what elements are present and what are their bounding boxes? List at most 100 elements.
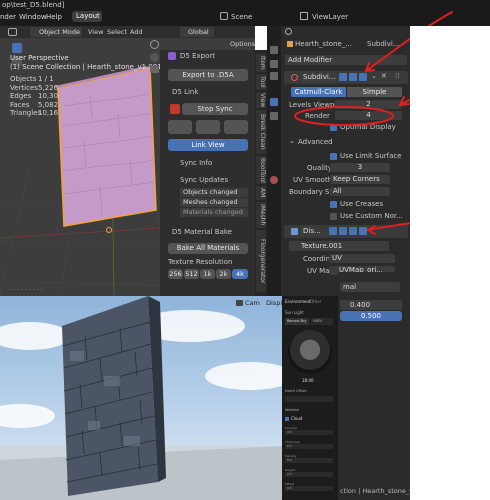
cloud-checkbox[interactable] [285, 417, 289, 421]
quality-field[interactable]: 3 [330, 163, 390, 172]
camera-sync-button[interactable] [196, 120, 220, 134]
param-field[interactable]: 0.5 [285, 444, 333, 449]
cam-icon[interactable] [236, 300, 243, 306]
menu-help[interactable]: Help [46, 13, 62, 21]
props-physics-icon[interactable] [270, 112, 278, 120]
optimal-display-checkbox[interactable] [330, 123, 337, 131]
tex-res-512[interactable]: 512 [184, 269, 199, 279]
subsurf-drag-icon[interactable]: ⁞⁞ [395, 72, 399, 80]
orientation-select[interactable]: Global [180, 27, 214, 37]
tab-simple[interactable]: Simple [347, 87, 402, 97]
view-perspective: User Perspective [10, 54, 69, 62]
param-field[interactable]: 0.5 [285, 458, 333, 463]
editmode-toggle-icon[interactable] [339, 73, 347, 81]
subsurf-close-icon[interactable]: ✕ [381, 72, 387, 80]
toolbar-select-icon[interactable] [12, 43, 22, 53]
menu-select[interactable]: Select [107, 28, 127, 36]
coordinates-select[interactable]: UV [329, 254, 395, 263]
render-toggle-icon[interactable] [359, 73, 367, 81]
levels-viewport-field[interactable]: 2 [335, 100, 402, 109]
material-sync-button[interactable] [224, 120, 248, 134]
value-field-2[interactable]: 0.500 [340, 311, 402, 321]
tab-catmull-clark[interactable]: Catmull-Clark [291, 87, 346, 97]
tab-item[interactable]: Item [256, 54, 266, 72]
advanced-header[interactable]: Advanced [298, 138, 333, 146]
props-output-icon[interactable] [270, 72, 278, 80]
mode-select[interactable]: Object Mode [30, 27, 82, 37]
stop-sync-button[interactable]: Stop Sync [182, 103, 248, 115]
tab-layout[interactable]: Layout [72, 11, 102, 22]
value-field-1[interactable]: 0.400 [340, 300, 402, 310]
subsurf-menu-icon[interactable]: ⌄ [371, 72, 377, 80]
camera-icon[interactable] [150, 66, 159, 73]
use-creases-checkbox[interactable] [330, 200, 337, 208]
tab-view[interactable]: View [256, 92, 266, 108]
render-levels-field[interactable]: 4 [335, 111, 402, 120]
displace-toggle-icon[interactable] [329, 227, 337, 235]
time-readout: 18:00 [302, 378, 314, 383]
subsurf-icon [291, 74, 298, 81]
props-render-icon[interactable] [270, 60, 278, 68]
menu-add[interactable]: Add [130, 28, 143, 36]
display-label[interactable]: Dispi [266, 299, 282, 307]
tab-am[interactable]: AM [256, 186, 266, 200]
props-tool-icon[interactable] [270, 46, 278, 54]
menu-view[interactable]: View [88, 28, 103, 36]
advanced-chevron-icon[interactable]: ⌄ [289, 137, 295, 145]
sync-item-meshes: Meshes changed [180, 198, 248, 207]
tex-res-label: Texture Resolution [168, 258, 233, 266]
displace-render-icon[interactable] [349, 227, 357, 235]
breadcrumb-modifier[interactable]: Subdivi... [367, 40, 399, 48]
subsurf-name-field[interactable]: Subdivi... [301, 73, 337, 82]
tab-bresk-clean[interactable]: Bresk Clean [256, 110, 266, 154]
displace-camera-icon[interactable] [359, 227, 367, 235]
link-view-button[interactable]: Link View [168, 139, 248, 151]
pan-icon[interactable] [150, 53, 159, 62]
menu-window[interactable]: Window [19, 13, 47, 21]
tab-booltool[interactable]: BoolTool [256, 156, 266, 184]
viewport-toggle-icon[interactable] [349, 73, 357, 81]
d5-render-viewport[interactable]: Cam Dispi [0, 296, 282, 500]
custom-normals-checkbox[interactable] [330, 212, 337, 220]
scene-name[interactable]: Scene [231, 13, 252, 21]
hdri-button[interactable]: HDRI [311, 318, 333, 325]
displace-name-field[interactable]: Dis... [301, 227, 323, 236]
param-field[interactable]: 0.5 [285, 430, 333, 435]
search-icon[interactable] [285, 28, 292, 35]
texture-select[interactable]: Texture.001 [289, 241, 389, 251]
bake-all-button[interactable]: Bake All Materials [168, 243, 248, 254]
tab-tool[interactable]: Tool [256, 74, 266, 90]
tab-imeshh[interactable]: iMeshh [256, 202, 266, 228]
sync-icon-button[interactable] [168, 120, 192, 134]
props-modifier-icon[interactable] [270, 98, 278, 106]
props-material-icon[interactable] [270, 176, 278, 184]
cloud-label: Cloud [291, 416, 303, 421]
param-field[interactable]: 0.5 [285, 472, 333, 477]
tab-floorgenerator[interactable]: Floorgenerator [256, 230, 266, 292]
other-tab[interactable]: Other [310, 299, 321, 304]
cam-label[interactable]: Cam [245, 299, 260, 307]
breadcrumb-object[interactable]: Hearth_stone_... [295, 40, 352, 48]
menu-render[interactable]: nder [0, 13, 16, 21]
limit-surface-checkbox[interactable] [330, 152, 337, 160]
sun-dial[interactable] [288, 330, 332, 374]
tex-res-4k[interactable]: 4k [232, 269, 248, 279]
displace-viewport-icon[interactable] [339, 227, 347, 235]
tex-res-256[interactable]: 256 [168, 269, 183, 279]
north-offset-field[interactable] [285, 396, 333, 402]
tex-res-2k[interactable]: 2k [216, 269, 231, 279]
render-levels-label: Render [305, 112, 330, 120]
tex-res-1k[interactable]: 1k [200, 269, 215, 279]
uv-smooth-select[interactable]: Keep Corners [330, 175, 390, 184]
export-d5a-button[interactable]: Export to .D5A [168, 69, 248, 81]
add-modifier-button[interactable]: Add Modifier [285, 55, 407, 65]
editor-type-icon[interactable] [8, 28, 17, 36]
options-dropdown[interactable]: Options [230, 40, 255, 48]
zoom-icon[interactable] [150, 40, 159, 49]
param-field[interactable]: 0.5 [285, 486, 333, 491]
env-tab[interactable]: Environment [285, 299, 311, 304]
viewlayer-name[interactable]: ViewLayer [312, 13, 348, 21]
boundary-select[interactable]: All [330, 187, 390, 196]
env-mode-button[interactable]: Record Sky [285, 318, 309, 325]
normal-select[interactable]: mal [340, 282, 400, 292]
